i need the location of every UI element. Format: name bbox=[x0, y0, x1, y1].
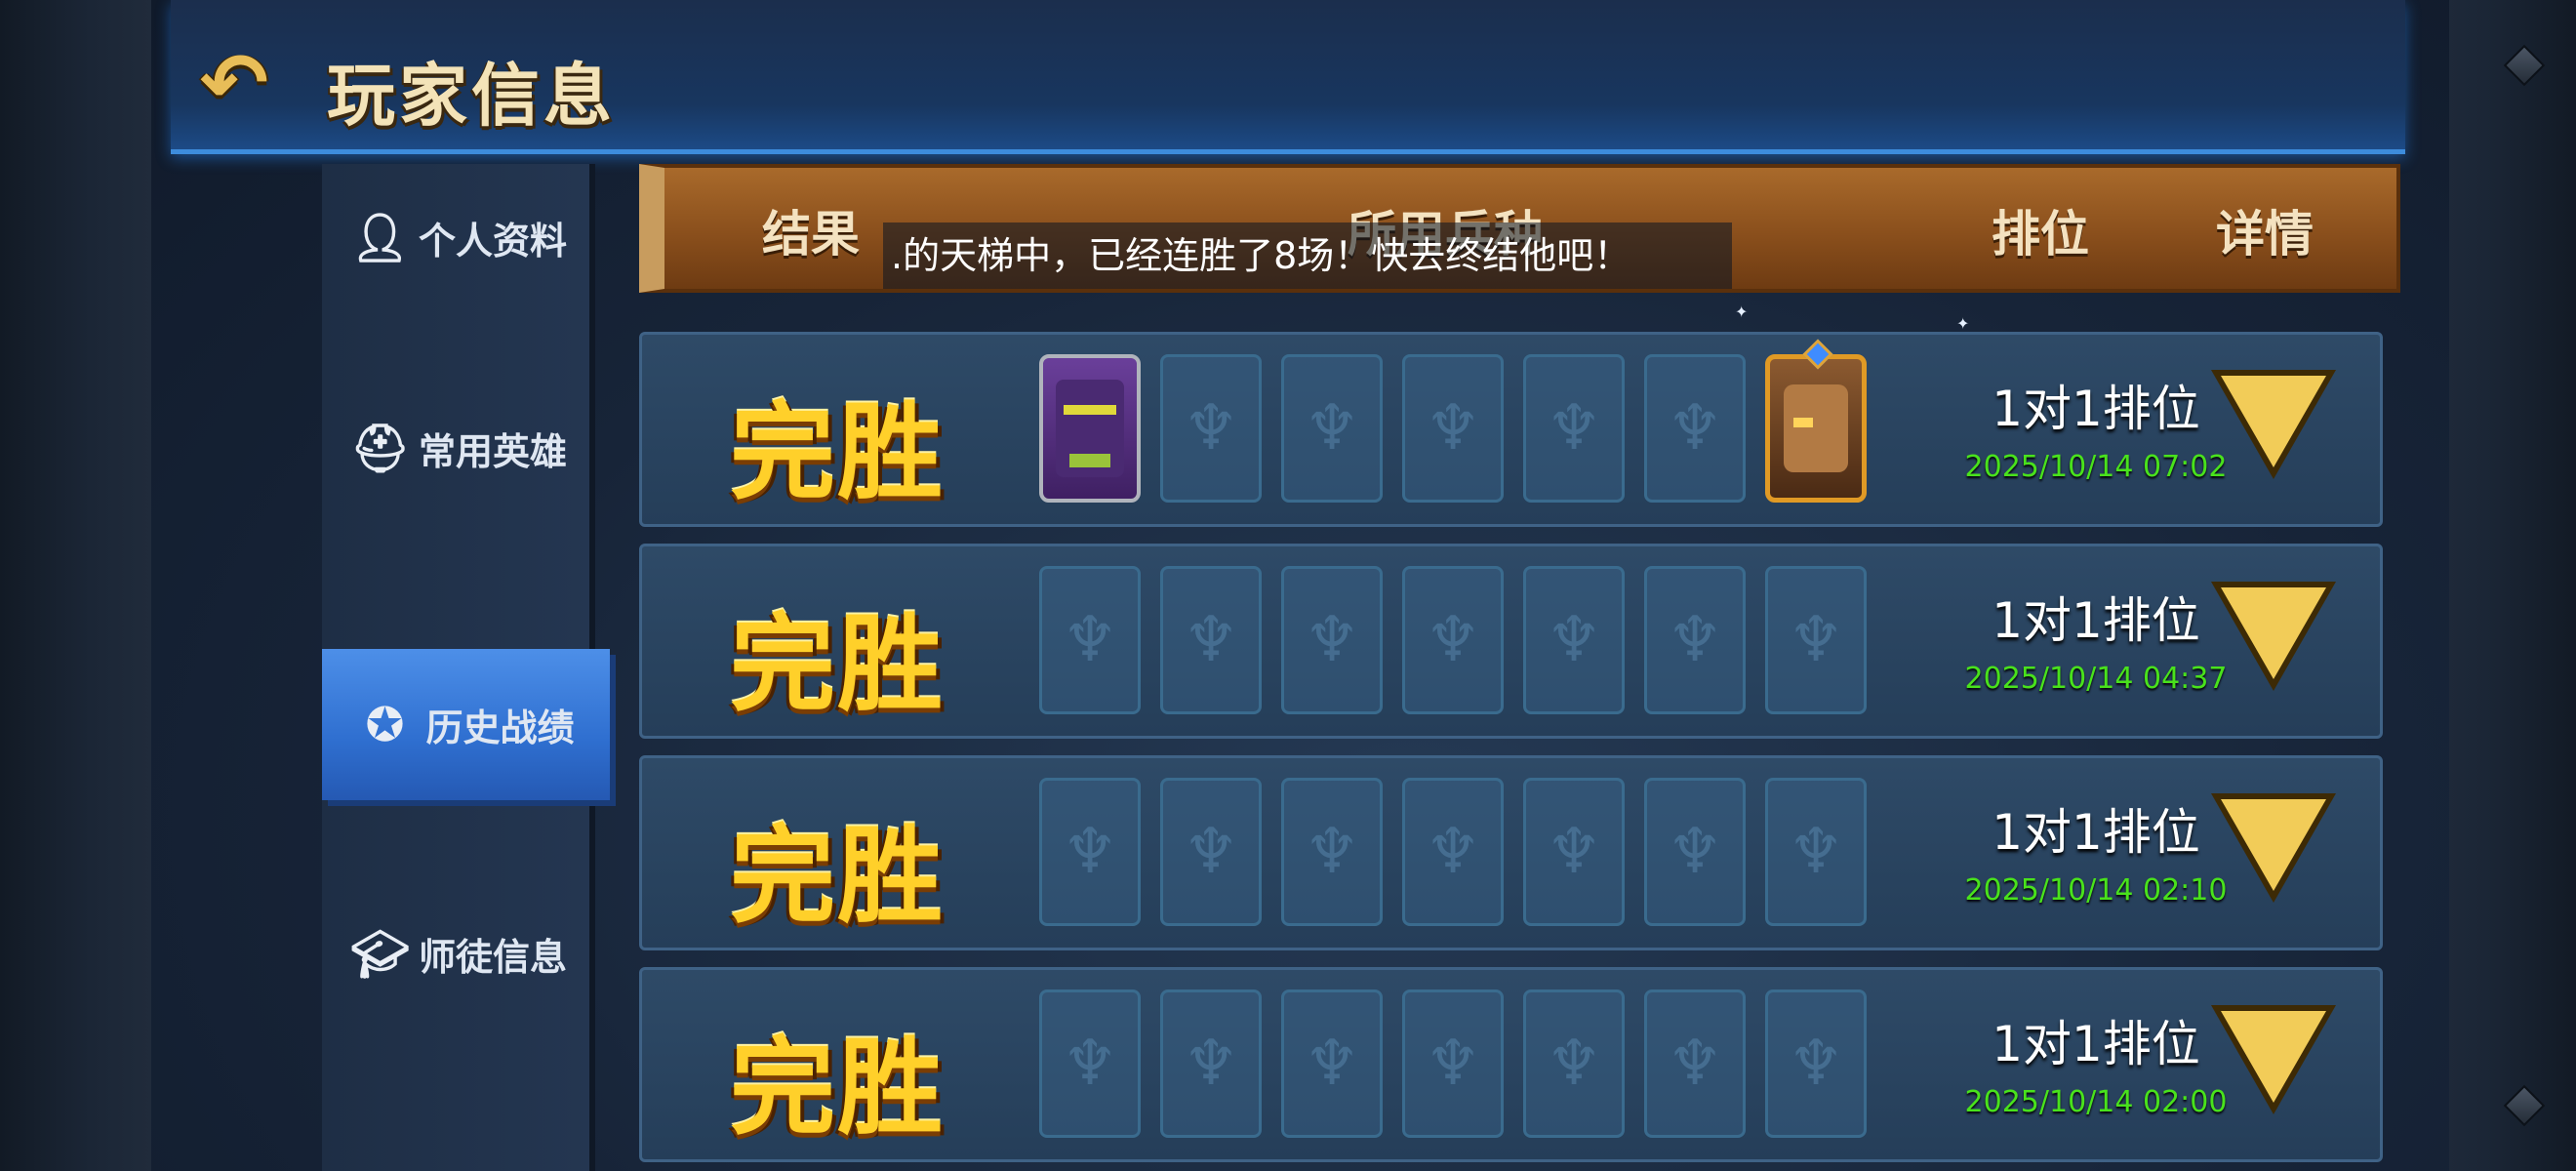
unit-card[interactable] bbox=[1039, 354, 1141, 503]
empty-slot: ♆ bbox=[1039, 778, 1141, 926]
match-time: 2025/10/14 04:37 bbox=[1964, 662, 2228, 696]
hero-card[interactable] bbox=[1765, 339, 1867, 503]
back-button[interactable]: ↶ bbox=[185, 35, 283, 131]
match-time: 2025/10/14 07:02 bbox=[1964, 450, 2228, 484]
sidebar: 👤︎ 个人资料 ⛑︎ 常用英雄 ✪ 历史战绩 🎓︎ 师徒信息 bbox=[322, 164, 610, 1171]
page-title: 玩家信息 bbox=[327, 56, 616, 136]
match-row: 完胜 ♆ ♆ ♆ ♆ ♆ ♆ ♆ 1对1排位 2025/10/14 02:10 bbox=[639, 755, 2383, 950]
sidebar-item-label: 师徒信息 bbox=[418, 935, 567, 979]
empty-slot: ♆ bbox=[1160, 778, 1262, 926]
empty-slot: ♆ bbox=[1644, 354, 1746, 503]
empty-slot: ♆ bbox=[1039, 566, 1141, 714]
match-time: 2025/10/14 02:00 bbox=[1964, 1085, 2228, 1119]
match-mode: 1对1排位 bbox=[1992, 1016, 2200, 1072]
empty-slot: ♆ bbox=[1523, 989, 1625, 1138]
match-time: 2025/10/14 02:10 bbox=[1964, 873, 2228, 908]
broadcast-ticker: .的天梯中，已经连胜了8场！快去终结他吧！ bbox=[883, 222, 1732, 289]
sidebar-item-label: 常用英雄 bbox=[418, 429, 567, 473]
empty-slot: ♆ bbox=[1281, 354, 1383, 503]
sidebar-item-mentor[interactable]: 🎓︎ 师徒信息 bbox=[322, 880, 595, 1027]
column-rank: 排位 bbox=[1992, 206, 2089, 262]
graduation-cap-icon: 🎓︎ bbox=[349, 926, 410, 982]
match-row: 完胜 ♆ ♆ ♆ ♆ ♆ 1对1排位 2025/10/14 07:02 bbox=[639, 332, 2383, 527]
empty-slot: ♆ bbox=[1523, 354, 1625, 503]
empty-slot: ♆ bbox=[1644, 566, 1746, 714]
empty-slot: ♆ bbox=[1402, 989, 1504, 1138]
expand-details-button[interactable] bbox=[2211, 582, 2336, 691]
empty-slot: ♆ bbox=[1402, 778, 1504, 926]
match-row: 完胜 ♆ ♆ ♆ ♆ ♆ ♆ ♆ 1对1排位 2025/10/14 04:37 bbox=[639, 544, 2383, 739]
empty-slot: ♆ bbox=[1644, 989, 1746, 1138]
empty-slot: ♆ bbox=[1160, 989, 1262, 1138]
back-arrow-icon: ↶ bbox=[199, 35, 269, 131]
empty-slot: ♆ bbox=[1523, 566, 1625, 714]
match-row: 完胜 ♆ ♆ ♆ ♆ ♆ ♆ ♆ 1对1排位 2025/10/14 02:00 bbox=[639, 967, 2383, 1162]
expand-details-button[interactable] bbox=[2211, 1005, 2336, 1114]
empty-slot: ♆ bbox=[1402, 566, 1504, 714]
sidebar-item-label: 历史战绩 bbox=[425, 707, 575, 749]
match-result: 完胜 bbox=[730, 392, 946, 514]
column-detail: 详情 bbox=[2216, 206, 2314, 262]
sidebar-item-profile[interactable]: 👤︎ 个人资料 bbox=[322, 164, 595, 310]
empty-slot: ♆ bbox=[1281, 989, 1383, 1138]
empty-slot: ♆ bbox=[1402, 354, 1504, 503]
left-frame bbox=[0, 0, 151, 1171]
sidebar-item-heroes[interactable]: ⛑︎ 常用英雄 bbox=[322, 375, 595, 521]
empty-slot: ♆ bbox=[1523, 778, 1625, 926]
empty-slot: ♆ bbox=[1765, 566, 1867, 714]
empty-slot: ♆ bbox=[1039, 989, 1141, 1138]
hero-portrait bbox=[1784, 384, 1848, 472]
empty-slot: ♆ bbox=[1765, 778, 1867, 926]
match-result: 完胜 bbox=[730, 816, 946, 938]
expand-details-button[interactable] bbox=[2211, 793, 2336, 903]
match-mode: 1对1排位 bbox=[1992, 804, 2200, 861]
match-mode: 1对1排位 bbox=[1992, 592, 2200, 649]
empty-slot: ♆ bbox=[1765, 989, 1867, 1138]
empty-slot: ♆ bbox=[1281, 778, 1383, 926]
unit-portrait bbox=[1056, 380, 1124, 477]
column-result: 结果 bbox=[762, 206, 860, 262]
match-result: 完胜 bbox=[730, 1028, 946, 1150]
match-mode: 1对1排位 bbox=[1992, 381, 2200, 437]
sidebar-item-history[interactable]: ✪ 历史战绩 bbox=[322, 649, 610, 800]
sidebar-item-label: 个人资料 bbox=[418, 219, 567, 262]
person-icon: 👤︎ bbox=[349, 210, 410, 265]
match-result: 完胜 bbox=[730, 604, 946, 726]
empty-slot: ♆ bbox=[1160, 354, 1262, 503]
empty-slot: ♆ bbox=[1160, 566, 1262, 714]
empty-slot: ♆ bbox=[1281, 566, 1383, 714]
medal-icon: ✪ bbox=[365, 697, 405, 752]
expand-details-button[interactable] bbox=[2211, 370, 2336, 479]
sparkle: ✦ bbox=[1956, 314, 1970, 333]
gem-icon bbox=[1802, 339, 1833, 370]
helmet-icon: ⛑︎ bbox=[349, 421, 410, 476]
empty-slot: ♆ bbox=[1644, 778, 1746, 926]
sparkle: ✦ bbox=[1735, 303, 1749, 321]
